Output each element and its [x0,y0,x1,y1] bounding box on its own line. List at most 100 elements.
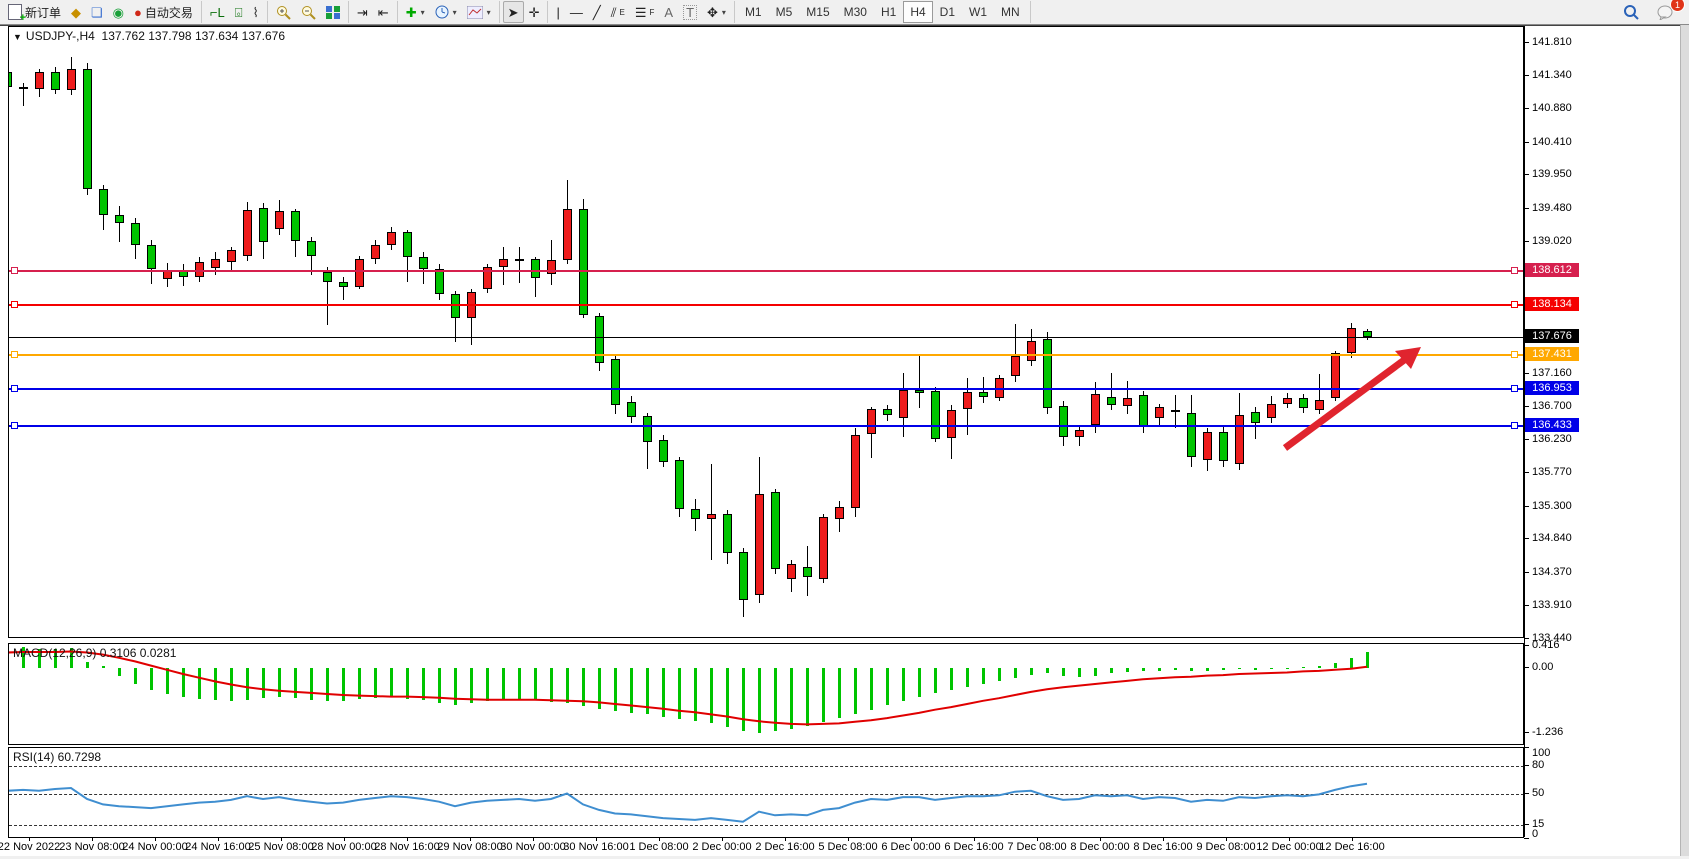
price-tick-label: 136.230 [1532,433,1572,445]
text-label-button[interactable]: T [678,1,702,23]
tile-windows-icon [326,6,340,19]
signals-button[interactable]: ◉ [108,1,129,23]
signals-icon: ◉ [113,6,124,19]
timeframe-button-M5[interactable]: M5 [769,1,800,23]
price-tick [1524,638,1529,639]
chart-title: ▼USDJPY-,H4 137.762 137.798 137.634 137.… [13,29,285,43]
mt4-terminal: + 新订单 ◆ ❏ ◉ ● 自动交易 ⌐L ⌻ ⌇ [0,0,1689,859]
rsi-pane: RSI(14) 60.7298 [8,747,1524,838]
auto-trading-label: 自动交易 [145,4,193,21]
zoom-in-button[interactable] [271,1,296,23]
rsi-tick-label: 50 [1532,787,1544,799]
auto-trading-icon: ● [134,6,142,19]
arrow-annotation[interactable] [9,27,1523,637]
price-tick [1524,75,1529,76]
search-icon [1623,4,1639,20]
arrows-button[interactable]: ✥▾ [702,1,731,23]
date-label: 7 Dec 08:00 [1007,841,1066,853]
timeframe-button-H1[interactable]: H1 [874,1,903,23]
price-tick-label: 133.910 [1532,599,1572,611]
auto-trading-button[interactable]: ● 自动交易 [129,1,198,23]
line-chart-button[interactable]: ⌇ [248,1,264,23]
price-tick-label: 139.480 [1532,202,1572,214]
macd-signal-line [9,644,1523,744]
templates-button[interactable]: ▾ [462,1,496,23]
trendline-button[interactable]: ╱ [588,1,606,23]
date-label: 2 Dec 00:00 [692,841,751,853]
date-label: 2 Dec 16:00 [755,841,814,853]
channel-icon: ⫽ [611,6,617,19]
crosshair-button[interactable]: ✛ [524,1,545,23]
ohlc-values: 137.762 137.798 137.634 137.676 [102,29,286,43]
bar-chart-icon: ⌐L [210,6,225,19]
toolbar-group-charttype: ⌐L ⌻ ⌇ [202,1,268,23]
symbol-dropdown-icon[interactable]: ▼ [13,32,22,42]
price-line-label: 136.953 [1525,381,1579,395]
date-label: 30 Nov 16:00 [563,841,628,853]
macd-tick [1524,732,1529,733]
price-tick [1524,572,1529,573]
timeframe-button-W1[interactable]: W1 [962,1,994,23]
chart-shift-end-button[interactable]: ⇥ [352,1,373,23]
price-pane: ▼USDJPY-,H4 137.762 137.798 137.634 137.… [8,26,1524,638]
date-label: 28 Nov 00:00 [311,841,376,853]
price-tick [1524,506,1529,507]
tile-windows-button[interactable] [321,1,345,23]
zoom-out-button[interactable] [296,1,321,23]
fibonacci-button[interactable]: ☰F [630,1,660,23]
timeframe-button-MN[interactable]: MN [994,1,1027,23]
rsi-tick-label: 80 [1532,759,1544,771]
timeframe-button-D1[interactable]: D1 [933,1,962,23]
periods-button[interactable]: ▾ [430,1,462,23]
channel-button[interactable]: ⫽E [606,1,630,23]
price-tick [1524,373,1529,374]
price-tick-label: 134.370 [1532,566,1572,578]
trendline-icon: ╱ [593,6,601,19]
crosshair-icon: ✛ [529,6,540,19]
fibonacci-icon: ☰ [635,6,647,19]
quotes-button[interactable]: ◆ [66,1,86,23]
cursor-button[interactable]: ➤ [503,1,524,23]
rsi-tick [1524,838,1529,839]
price-tick-label: 141.810 [1532,36,1572,48]
cursor-icon: ➤ [508,6,519,19]
toolbar-group-cursor: ➤ ✛ [500,1,549,23]
chart-autoscroll-button[interactable]: ⇤ [373,1,394,23]
notification-badge: 1 [1670,0,1685,12]
timeframe-button-M1[interactable]: M1 [738,1,769,23]
clock-icon [435,5,449,19]
rsi-tick [1524,747,1529,748]
fibonacci-glyph: F [650,8,655,17]
macd-pane: MACD(12,26,9) 0.3106 0.0281 [8,643,1524,745]
indicators-button[interactable]: ✚▾ [401,1,430,23]
price-tick-label: 134.840 [1532,532,1572,544]
price-tick-label: 136.700 [1532,400,1572,412]
price-tick-label: 135.770 [1532,466,1572,478]
hline-button[interactable]: — [565,1,588,23]
price-tick-label: 140.880 [1532,102,1572,114]
price-line-label: 136.433 [1525,418,1579,432]
search-button[interactable] [1618,1,1644,23]
indicators-icon: ✚ [406,6,417,19]
new-order-button[interactable]: + 新订单 [3,1,66,23]
chart-autoscroll-icon: ⇤ [378,6,389,19]
rsi-tick-label: 0 [1532,828,1538,840]
new-order-icon: + [8,4,22,20]
candlestick-button[interactable]: ⌻ [230,1,248,23]
timeframe-button-M30[interactable]: M30 [837,1,874,23]
text-button[interactable]: A [659,1,678,23]
timeframe-button-M15[interactable]: M15 [799,1,836,23]
price-tick [1524,174,1529,175]
date-label: 6 Dec 16:00 [944,841,1003,853]
notifications-button[interactable]: 1 [1652,1,1679,23]
bar-chart-button[interactable]: ⌐L [205,1,230,23]
price-tick [1524,472,1529,473]
rsi-line [9,748,1523,837]
price-tick [1524,538,1529,539]
date-label: 8 Dec 16:00 [1133,841,1192,853]
market-watch-button[interactable]: ❏ [86,1,108,23]
price-tick-label: 140.410 [1532,136,1572,148]
timeframe-button-H4[interactable]: H4 [903,1,932,23]
price-line-label: 138.612 [1525,263,1579,277]
vline-button[interactable]: | [551,1,564,23]
